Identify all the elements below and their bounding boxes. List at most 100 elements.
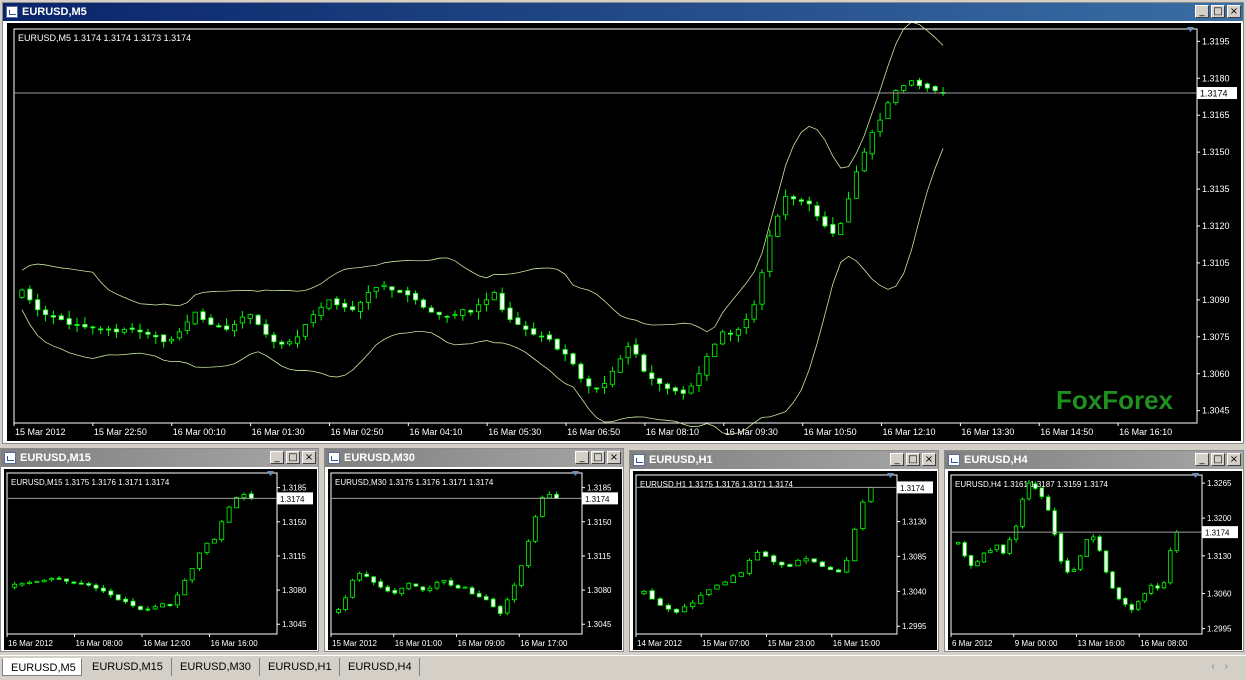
candle-body bbox=[189, 568, 195, 581]
candle-body bbox=[336, 609, 341, 613]
candle-body bbox=[901, 85, 907, 91]
candle-body bbox=[649, 372, 655, 380]
minimize-button[interactable]: _ bbox=[1195, 5, 1209, 18]
chart-area[interactable]: EURUSD,H4 1.3161 1.3187 1.3159 1.3174 1.3… bbox=[948, 471, 1242, 650]
price-chart[interactable]: EURUSD,M5 1.3174 1.3174 1.3173 1.3174 1.3… bbox=[7, 23, 1241, 441]
candle-body bbox=[483, 596, 489, 601]
price-chart[interactable]: EURUSD,M15 1.3175 1.3176 1.3171 1.3174 1.… bbox=[4, 469, 317, 650]
close-button[interactable]: × bbox=[302, 451, 316, 464]
window-title: EURUSD,H4 bbox=[964, 454, 1028, 466]
minimize-button[interactable]: _ bbox=[890, 453, 904, 466]
candle-body bbox=[34, 580, 40, 583]
window-titlebar[interactable]: EURUSD,M15 _ □ × bbox=[1, 449, 318, 467]
tab-scroll-arrows-icon[interactable]: ‹› bbox=[1211, 661, 1238, 672]
time-label: 16 Mar 05:30 bbox=[488, 427, 541, 437]
chart-window-h4[interactable]: EURUSD,H4 _ □ × EURUSD,H4 1.3161 1.3187 … bbox=[944, 450, 1244, 652]
minimize-button[interactable]: _ bbox=[575, 451, 589, 464]
window-titlebar[interactable]: EURUSD,H4 _ □ × bbox=[945, 451, 1243, 469]
candle-body bbox=[12, 583, 18, 588]
candle-body bbox=[452, 314, 458, 317]
candle-body bbox=[868, 487, 874, 503]
window-titlebar[interactable]: EURUSD,H1 _ □ × bbox=[630, 451, 938, 469]
candle-body bbox=[1116, 587, 1122, 600]
candle-body bbox=[1084, 539, 1089, 557]
candle-body bbox=[819, 561, 825, 567]
maximize-button[interactable]: □ bbox=[906, 453, 920, 466]
tab-eurusd-h1[interactable]: EURUSD,H1 bbox=[260, 658, 340, 676]
candle-body bbox=[239, 316, 245, 324]
chart-area[interactable]: EURUSD,M30 1.3175 1.3176 1.3171 1.3174 1.… bbox=[328, 469, 622, 650]
chart-window-h1[interactable]: EURUSD,H1 _ □ × EURUSD,H1 1.3175 1.3176 … bbox=[629, 450, 939, 652]
maximize-button[interactable]: □ bbox=[1211, 5, 1225, 18]
candle-body bbox=[1097, 536, 1102, 551]
candle-body bbox=[399, 587, 405, 595]
candle-body bbox=[853, 171, 860, 199]
candle-body bbox=[192, 311, 198, 325]
candle-body bbox=[1174, 531, 1179, 552]
chart-window-icon bbox=[4, 452, 16, 464]
price-chart[interactable]: EURUSD,M30 1.3175 1.3176 1.3171 1.3174 1.… bbox=[328, 469, 622, 650]
time-label: 15 Mar 23:00 bbox=[768, 639, 816, 648]
tab-eurusd-h4[interactable]: EURUSD,H4 bbox=[340, 658, 420, 676]
candle-body bbox=[1148, 585, 1154, 594]
time-label: 16 Mar 09:30 bbox=[725, 427, 778, 437]
chart-area[interactable]: EURUSD,M5 1.3174 1.3174 1.3173 1.3174 1.3… bbox=[7, 23, 1241, 441]
candle-body bbox=[287, 341, 293, 345]
chart-area[interactable]: EURUSD,H1 1.3175 1.3176 1.3171 1.3174 1.3… bbox=[633, 471, 937, 650]
maximize-button[interactable]: □ bbox=[286, 451, 300, 464]
current-price-label: 1.3174 bbox=[1200, 89, 1228, 99]
candle-body bbox=[436, 311, 442, 316]
candle-body bbox=[609, 370, 615, 385]
price-chart[interactable]: EURUSD,H4 1.3161 1.3187 1.3159 1.3174 1.3… bbox=[948, 471, 1242, 650]
close-button[interactable]: × bbox=[1227, 5, 1241, 18]
chart-window-m5[interactable]: EURUSD,M5 _ □ × EURUSD,M5 1.3174 1.3174 … bbox=[2, 2, 1244, 444]
price-label: 1.3040 bbox=[902, 587, 927, 596]
price-label: 1.3265 bbox=[1207, 479, 1232, 488]
tab-eurusd-m15[interactable]: EURUSD,M15 bbox=[84, 658, 172, 676]
close-button[interactable]: × bbox=[607, 451, 621, 464]
time-label: 16 Mar 16:10 bbox=[1119, 427, 1172, 437]
time-label: 16 Mar 08:10 bbox=[646, 427, 699, 437]
candle-body bbox=[105, 328, 112, 331]
time-label: 16 Mar 01:00 bbox=[395, 639, 443, 648]
close-button[interactable]: × bbox=[922, 453, 936, 466]
candle-body bbox=[1078, 555, 1083, 570]
candle-body bbox=[771, 555, 777, 563]
price-label: 1.3195 bbox=[1202, 36, 1230, 46]
close-button[interactable]: × bbox=[1227, 453, 1241, 466]
chart-window-m30[interactable]: EURUSD,M30 _ □ × EURUSD,M30 1.3175 1.317… bbox=[324, 448, 624, 652]
candle-body bbox=[130, 600, 136, 607]
window-titlebar[interactable]: EURUSD,M30 _ □ × bbox=[325, 449, 623, 467]
candle-body bbox=[844, 559, 850, 573]
chart-window-m15[interactable]: EURUSD,M15 _ □ × EURUSD,M15 1.3175 1.317… bbox=[0, 448, 319, 652]
candle-body bbox=[1020, 498, 1025, 527]
candle-body bbox=[42, 309, 49, 316]
minimize-button[interactable]: _ bbox=[270, 451, 284, 464]
candle-body bbox=[1039, 487, 1044, 497]
candles bbox=[12, 491, 254, 612]
candle-body bbox=[885, 102, 891, 119]
candle-body bbox=[475, 304, 482, 313]
time-label: 16 Mar 08:00 bbox=[1140, 639, 1188, 648]
candle-body bbox=[869, 132, 875, 155]
bollinger-upper bbox=[21, 23, 944, 333]
candle-body bbox=[798, 199, 804, 202]
window-titlebar[interactable]: EURUSD,M5 _ □ × bbox=[3, 3, 1243, 21]
maximize-button[interactable]: □ bbox=[591, 451, 605, 464]
minimize-button[interactable]: _ bbox=[1195, 453, 1209, 466]
candle-body bbox=[504, 599, 510, 614]
current-price-label: 1.3174 bbox=[280, 495, 305, 504]
chart-area[interactable]: EURUSD,M15 1.3175 1.3176 1.3171 1.3174 1.… bbox=[4, 469, 317, 650]
price-chart[interactable]: EURUSD,H1 1.3175 1.3176 1.3171 1.31741.3… bbox=[633, 471, 937, 650]
candle-body bbox=[98, 328, 104, 331]
tab-eurusd-m30[interactable]: EURUSD,M30 bbox=[172, 658, 260, 676]
candle-body bbox=[234, 496, 239, 509]
candle-body bbox=[696, 373, 702, 387]
candle-body bbox=[263, 323, 269, 335]
candle-body bbox=[673, 608, 680, 613]
maximize-button[interactable]: □ bbox=[1211, 453, 1225, 466]
tab-eurusd-m5[interactable]: EURUSD,M5 bbox=[2, 658, 82, 676]
candle-body bbox=[56, 577, 62, 580]
candle-body bbox=[441, 579, 447, 583]
candle-body bbox=[219, 521, 225, 541]
